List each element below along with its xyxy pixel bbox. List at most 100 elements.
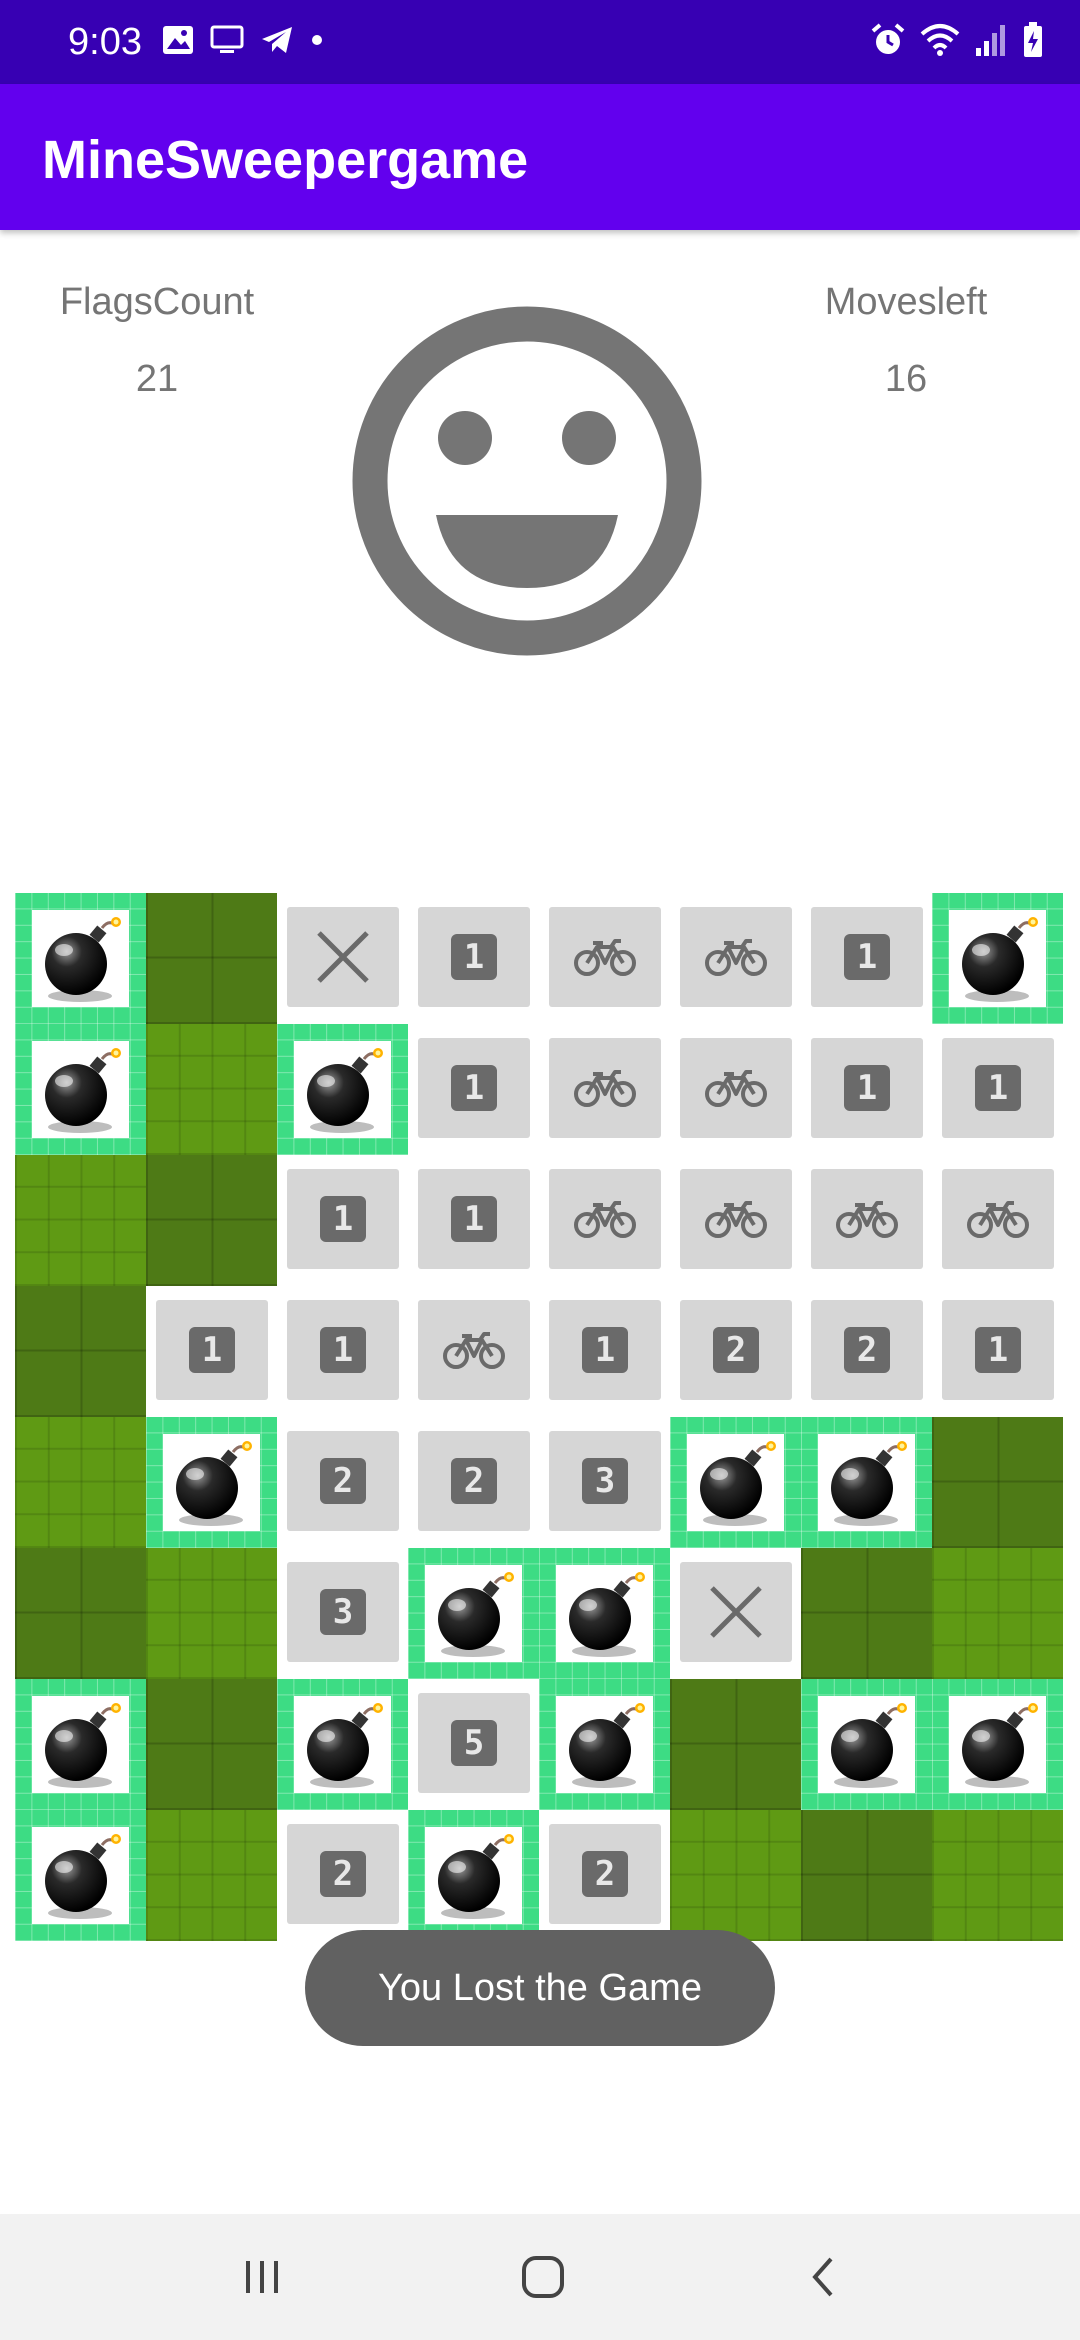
dot-icon <box>310 25 324 60</box>
covered-cell[interactable] <box>146 1679 277 1810</box>
recent-apps-icon[interactable] <box>227 2244 297 2310</box>
revealed-cell[interactable]: 3 <box>277 1548 408 1679</box>
bicycle-icon <box>705 1201 767 1238</box>
covered-cell[interactable] <box>670 1810 801 1941</box>
mine-cell[interactable] <box>15 1679 146 1810</box>
covered-cell[interactable] <box>932 1548 1063 1679</box>
adjacent-mine-count: 1 <box>451 1196 497 1242</box>
revealed-cell[interactable] <box>277 893 408 1024</box>
covered-cell[interactable] <box>15 1417 146 1548</box>
mine-cell[interactable] <box>15 893 146 1024</box>
revealed-cell[interactable]: 2 <box>408 1417 539 1548</box>
revealed-cell[interactable] <box>539 1155 670 1286</box>
revealed-cell[interactable]: 2 <box>277 1810 408 1941</box>
revealed-tile <box>418 1300 530 1400</box>
revealed-cell[interactable] <box>408 1286 539 1417</box>
covered-cell[interactable] <box>146 1155 277 1286</box>
adjacent-mine-count: 2 <box>713 1327 759 1373</box>
adjacent-mine-count: 1 <box>975 1065 1021 1111</box>
mine-cell[interactable] <box>932 1679 1063 1810</box>
revealed-cell[interactable]: 5 <box>408 1679 539 1810</box>
covered-cell[interactable] <box>15 1548 146 1679</box>
revealed-cell[interactable]: 2 <box>277 1417 408 1548</box>
revealed-cell[interactable] <box>932 1155 1063 1286</box>
covered-cell[interactable] <box>932 1810 1063 1941</box>
covered-cell[interactable] <box>146 893 277 1024</box>
revealed-cell[interactable] <box>670 1024 801 1155</box>
revealed-cell[interactable]: 1 <box>932 1286 1063 1417</box>
covered-cell[interactable] <box>670 1679 801 1810</box>
revealed-tile: 1 <box>811 1038 923 1138</box>
revealed-cell[interactable] <box>801 1155 932 1286</box>
bomb-icon <box>176 1441 252 1526</box>
mine-cell[interactable] <box>408 1810 539 1941</box>
mine-cell[interactable] <box>801 1679 932 1810</box>
adjacent-mine-count: 2 <box>844 1327 890 1373</box>
revealed-tile <box>680 1562 792 1662</box>
revealed-cell[interactable]: 1 <box>932 1024 1063 1155</box>
covered-cell[interactable] <box>15 1155 146 1286</box>
revealed-cell[interactable] <box>670 1548 801 1679</box>
revealed-cell[interactable] <box>670 1155 801 1286</box>
covered-cell[interactable] <box>932 1417 1063 1548</box>
bomb-icon <box>556 1565 653 1662</box>
mine-cell[interactable] <box>801 1417 932 1548</box>
revealed-cell[interactable]: 1 <box>408 1155 539 1286</box>
revealed-tile: 1 <box>156 1300 268 1400</box>
revealed-cell[interactable]: 1 <box>801 1024 932 1155</box>
adjacent-mine-count: 2 <box>451 1458 497 1504</box>
mine-cell[interactable] <box>277 1679 408 1810</box>
revealed-cell[interactable]: 1 <box>277 1286 408 1417</box>
covered-cell[interactable] <box>146 1024 277 1155</box>
covered-cell[interactable] <box>146 1548 277 1679</box>
bomb-icon <box>32 910 129 1007</box>
app-title: MineSweepergame <box>42 130 529 190</box>
adjacent-mine-count: 1 <box>451 934 497 980</box>
revealed-cell[interactable]: 1 <box>539 1286 670 1417</box>
revealed-tile: 1 <box>942 1300 1054 1400</box>
mine-cell[interactable] <box>146 1417 277 1548</box>
bomb-icon <box>163 1434 260 1531</box>
adjacent-mine-count: 1 <box>189 1327 235 1373</box>
covered-cell[interactable] <box>146 1810 277 1941</box>
bomb-icon <box>949 910 1046 1007</box>
revealed-cell[interactable]: 2 <box>801 1286 932 1417</box>
bomb-icon <box>307 1048 383 1133</box>
revealed-cell[interactable]: 1 <box>408 1024 539 1155</box>
revealed-cell[interactable]: 3 <box>539 1417 670 1548</box>
bomb-icon <box>687 1434 784 1531</box>
covered-cell[interactable] <box>801 1548 932 1679</box>
mine-cell[interactable] <box>408 1548 539 1679</box>
mine-cell[interactable] <box>15 1024 146 1155</box>
revealed-cell[interactable]: 1 <box>277 1155 408 1286</box>
covered-cell[interactable] <box>801 1810 932 1941</box>
revealed-cell[interactable]: 1 <box>146 1286 277 1417</box>
status-left-icons <box>162 24 324 60</box>
adjacent-mine-count: 1 <box>320 1196 366 1242</box>
revealed-cell[interactable] <box>670 893 801 1024</box>
covered-cell[interactable] <box>15 1286 146 1417</box>
mine-cell[interactable] <box>932 893 1063 1024</box>
mine-cell[interactable] <box>539 1679 670 1810</box>
back-icon[interactable] <box>788 2244 858 2310</box>
revealed-cell[interactable]: 2 <box>539 1810 670 1941</box>
bomb-icon <box>425 1565 522 1662</box>
bomb-icon <box>962 1703 1038 1788</box>
mine-cell[interactable] <box>670 1417 801 1548</box>
revealed-cell[interactable]: 1 <box>801 893 932 1024</box>
revealed-cell[interactable] <box>539 893 670 1024</box>
minesweeper-board: 1 1 1 1 1 1 1 1 1 1 2 2 1 2 2 3 3 5 2 2 <box>15 893 1063 1941</box>
revealed-tile <box>287 907 399 1007</box>
mine-cell[interactable] <box>277 1024 408 1155</box>
revealed-cell[interactable] <box>539 1024 670 1155</box>
home-icon[interactable] <box>508 2244 578 2310</box>
bicycle-icon <box>574 939 636 976</box>
moves-left-value: 16 <box>884 358 928 400</box>
revealed-cell[interactable]: 2 <box>670 1286 801 1417</box>
smiley-face-icon[interactable] <box>352 306 702 656</box>
bomb-icon <box>962 917 1038 1002</box>
revealed-cell[interactable]: 1 <box>408 893 539 1024</box>
mine-cell[interactable] <box>15 1810 146 1941</box>
status-bar: 9:03 <box>0 0 1080 84</box>
mine-cell[interactable] <box>539 1548 670 1679</box>
